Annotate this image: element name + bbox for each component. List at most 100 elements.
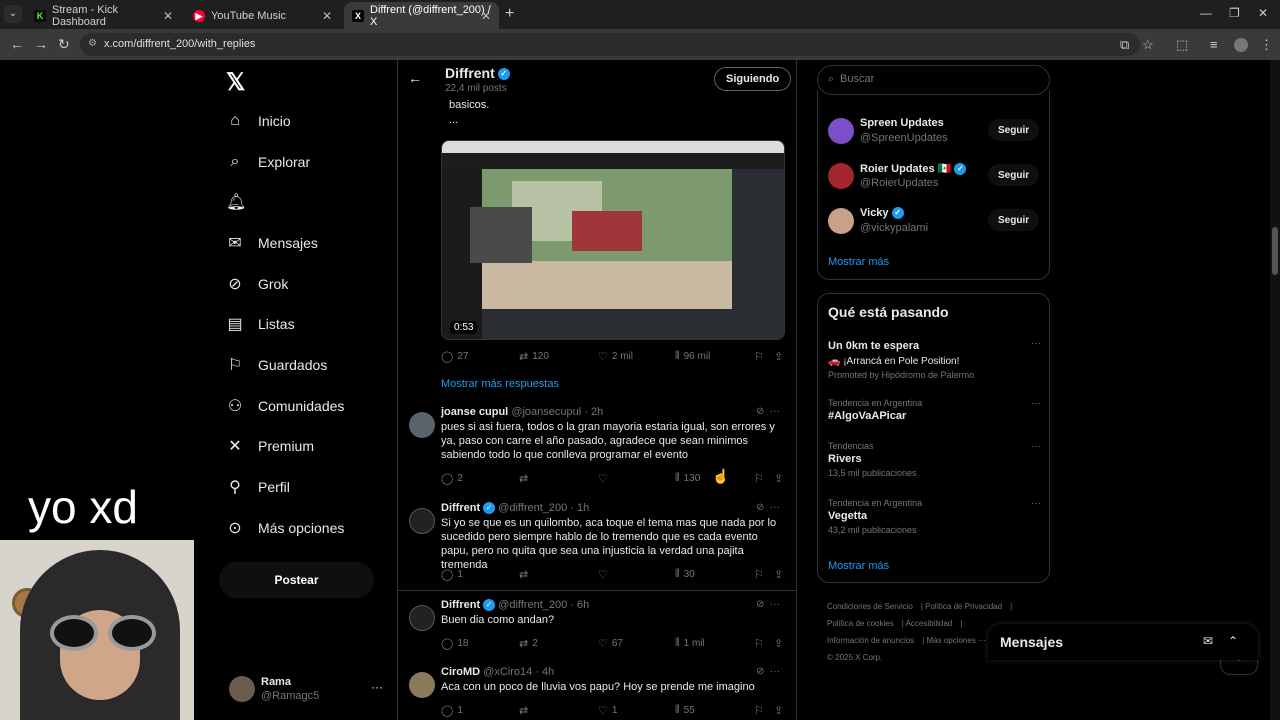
footer-link[interactable]: Más opciones ··· xyxy=(926,636,986,645)
avatar[interactable] xyxy=(409,508,435,534)
repost-button[interactable]: ⇄ 120 xyxy=(519,350,549,363)
follow-suggestion[interactable]: Spreen Updates @SpreenUpdates Seguir xyxy=(828,116,1043,146)
share-button[interactable]: ⇪ xyxy=(774,568,787,581)
following-button[interactable]: Siguiendo xyxy=(714,67,792,91)
reply-button[interactable]: ◯ 1 xyxy=(441,568,463,581)
suggestion-name[interactable]: Spreen Updates xyxy=(860,117,944,129)
nav-item-guardados[interactable]: ⚐ Guardados xyxy=(226,350,327,380)
follow-button[interactable]: Seguir xyxy=(988,164,1040,186)
share-button[interactable]: ⇪ xyxy=(774,637,787,650)
trend-item[interactable]: Tendencia en Argentina #AlgoVaAPicar ··· xyxy=(828,398,1041,422)
share-button[interactable]: ⇪ xyxy=(774,704,787,717)
nav-item-comunidades[interactable]: ⚇ Comunidades xyxy=(226,391,345,421)
author-name[interactable]: Diffrent xyxy=(441,599,480,611)
avatar[interactable] xyxy=(409,672,435,698)
reply-button[interactable]: ◯ 18 xyxy=(441,637,468,650)
nav-item-premium[interactable]: ✕ Premium xyxy=(226,431,314,461)
star-icon[interactable]: ☆ xyxy=(1142,37,1154,53)
expand-icon[interactable]: ⌃ xyxy=(1228,634,1238,648)
reload-icon[interactable]: ↻ xyxy=(58,36,70,53)
repost-button[interactable]: ⇄ xyxy=(519,704,532,717)
back-icon[interactable]: ← xyxy=(10,36,24,52)
repost-button[interactable]: ⇄ xyxy=(519,472,532,485)
reply-menu[interactable]: ⊘ ··· xyxy=(756,502,780,513)
like-button[interactable]: ♡ 67 xyxy=(598,637,623,650)
footer-link[interactable]: Información de anuncios xyxy=(827,636,914,645)
follow-suggestion[interactable]: Roier Updates 🇲🇽 ✓ @RoierUpdates Seguir xyxy=(828,161,1043,191)
footer-link[interactable]: Accesibilidad xyxy=(906,619,953,628)
nav-item-grok[interactable]: ⊘ Grok xyxy=(226,269,288,299)
url-field[interactable]: ⚙ x.com/diffrent_200/with_replies xyxy=(80,33,1140,56)
show-more-replies-link[interactable]: Mostrar más respuestas xyxy=(441,378,559,390)
avatar[interactable] xyxy=(409,412,435,438)
repost-button[interactable]: ⇄ 2 xyxy=(519,637,538,650)
tab-youtube-music[interactable]: ▶ YouTube Music ✕ xyxy=(185,2,340,29)
post-button[interactable]: Postear xyxy=(219,562,374,598)
search-box[interactable]: ⌕ xyxy=(817,65,1050,95)
share-button[interactable]: ⇪ xyxy=(774,350,787,363)
avatar[interactable] xyxy=(828,163,854,189)
video-player[interactable]: 0:53 xyxy=(441,140,785,340)
maximize-icon[interactable]: ❐ xyxy=(1229,6,1240,20)
minimize-icon[interactable]: — xyxy=(1200,6,1212,20)
nav-item-explorar[interactable]: ⌕ Explorar xyxy=(226,147,311,177)
close-icon[interactable]: ✕ xyxy=(322,9,332,23)
menu-icon[interactable]: ⋮ xyxy=(1260,37,1273,53)
avatar[interactable] xyxy=(828,118,854,144)
views-button[interactable]: ⫴ 130 xyxy=(675,472,700,485)
like-button[interactable]: ♡ 2 mil xyxy=(598,350,633,363)
suggestion-name[interactable]: Roier Updates 🇲🇽 ✓ xyxy=(860,162,967,176)
footer-link[interactable]: Política de Privacidad xyxy=(925,602,1002,611)
like-button[interactable]: ♡ xyxy=(598,472,612,485)
profile-avatar[interactable] xyxy=(1234,38,1248,52)
close-icon[interactable]: ✕ xyxy=(163,9,173,23)
trend-item[interactable]: Tendencias Rivers 13,5 mil publicaciones… xyxy=(828,441,1041,478)
avatar[interactable] xyxy=(828,208,854,234)
new-tab-icon[interactable]: + xyxy=(505,5,514,23)
trend-item[interactable]: Un 0km te espera 🚗 ¡Arrancá en Pole Posi… xyxy=(828,338,1041,380)
install-icon[interactable]: ⧉ xyxy=(1120,37,1129,53)
close-icon[interactable]: ✕ xyxy=(481,9,491,23)
footer-link[interactable]: Condiciones de Servicio xyxy=(827,602,913,611)
scrollbar[interactable] xyxy=(1270,60,1280,720)
nav-item-inicio[interactable]: ⌂ Inicio xyxy=(226,106,291,136)
repost-button[interactable]: ⇄ xyxy=(519,568,532,581)
reply-button[interactable]: ◯ 1 xyxy=(441,704,463,717)
nav-item-listas[interactable]: ▤ Listas xyxy=(226,309,294,339)
bookmark-button[interactable]: ⚐ xyxy=(754,472,768,485)
nav-item-perfil[interactable]: ⚲ Perfil xyxy=(226,472,290,502)
more-icon[interactable]: ··· xyxy=(371,680,383,694)
tab-x[interactable]: X Diffrent (@diffrent_200) / X ✕ xyxy=(344,2,499,29)
new-message-icon[interactable]: ✉ xyxy=(1203,634,1213,648)
bookmark-button[interactable]: ⚐ xyxy=(754,350,768,363)
author-name[interactable]: joanse cupul xyxy=(441,406,508,418)
bookmark-button[interactable]: ⚐ xyxy=(754,568,768,581)
views-button[interactable]: ⫴ 96 mil xyxy=(675,350,710,363)
back-arrow-icon[interactable]: ← xyxy=(408,70,422,86)
views-button[interactable]: ⫴ 1 mil xyxy=(675,637,705,650)
nav-item-mensajes[interactable]: ✉ Mensajes xyxy=(226,228,318,258)
reply-menu[interactable]: ⊘ ··· xyxy=(756,406,780,417)
tab-search-icon[interactable]: ⌄ xyxy=(4,5,22,23)
forward-icon[interactable]: → xyxy=(34,36,48,52)
trend-item[interactable]: Tendencia en Argentina Vegetta 43,2 mil … xyxy=(828,498,1041,535)
author-name[interactable]: CiroMD xyxy=(441,666,480,678)
nav-item-notifications[interactable]: 🔔︎ xyxy=(226,187,258,217)
messages-dock[interactable]: Mensajes ✉ ⌃ xyxy=(988,624,1258,660)
bookmark-button[interactable]: ⚐ xyxy=(754,637,768,650)
views-button[interactable]: ⫴ 55 xyxy=(675,704,695,717)
footer-link[interactable]: Política de cookies xyxy=(827,619,894,628)
extensions-icon[interactable]: ⬚ xyxy=(1176,37,1188,53)
media-icon[interactable]: ≡ xyxy=(1210,37,1218,52)
follow-button[interactable]: Seguir xyxy=(988,209,1040,231)
like-button[interactable]: ♡ xyxy=(598,568,612,581)
scrollbar-thumb[interactable] xyxy=(1272,227,1278,275)
more-icon[interactable]: ··· xyxy=(1031,441,1041,452)
account-switcher[interactable]: Rama @Ramagc5 ··· xyxy=(226,672,386,712)
views-button[interactable]: ⫴ 30 xyxy=(675,568,695,581)
show-more-link[interactable]: Mostrar más xyxy=(828,256,889,268)
site-info-icon[interactable]: ⚙ xyxy=(88,38,97,49)
reply-button[interactable]: ◯ 2 xyxy=(441,472,463,485)
bookmark-button[interactable]: ⚐ xyxy=(754,704,768,717)
close-window-icon[interactable]: ✕ xyxy=(1258,6,1268,20)
